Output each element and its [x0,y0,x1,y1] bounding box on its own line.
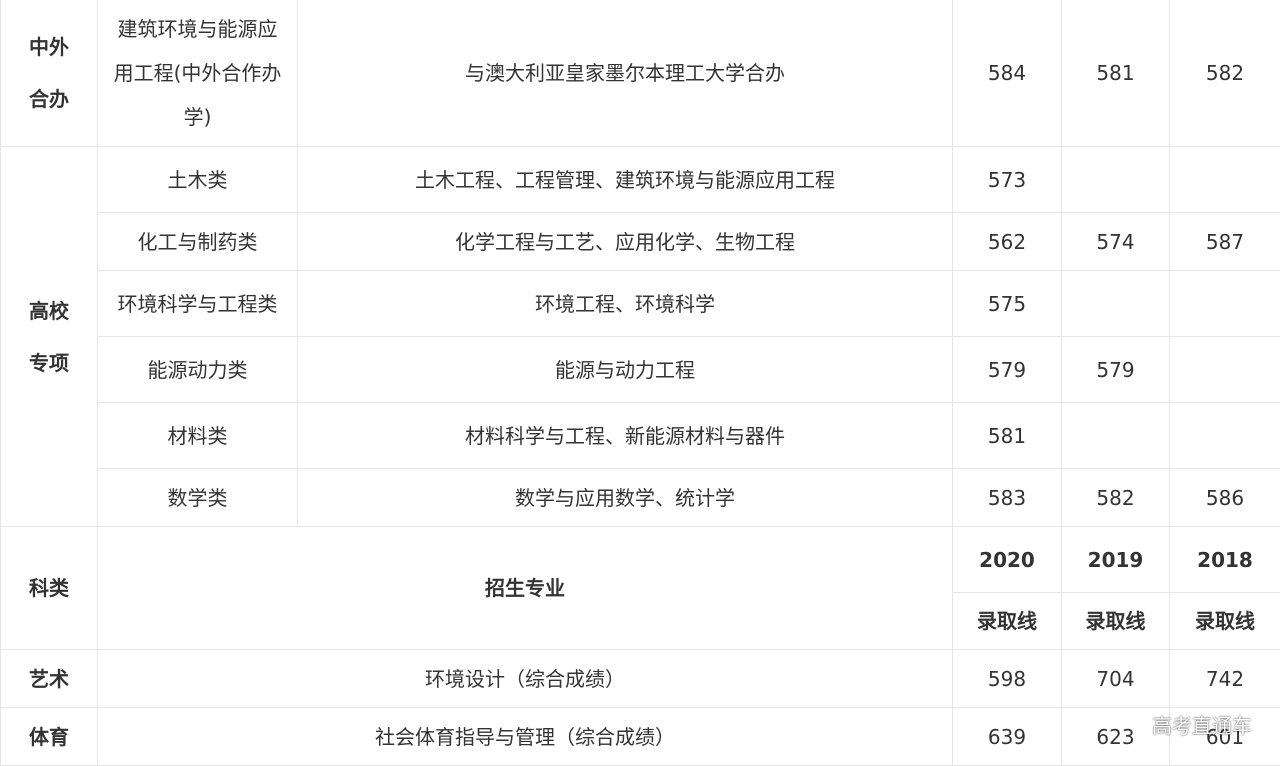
score-2019 [1062,271,1170,337]
specialties-cell: 化学工程与工艺、应用化学、生物工程 [298,213,953,271]
art-row: 艺术 环境设计（综合成绩） 598 704 742 [1,650,1280,708]
score-2018: 582 [1170,0,1280,147]
specialties-cell: 与澳大利亚皇家墨尔本理工大学合办 [298,0,953,147]
score-2020: 581 [953,403,1062,469]
score-2019 [1062,403,1170,469]
specialties-cell: 数学与应用数学、统计学 [298,469,953,527]
category-line: 合办 [1,73,97,125]
specialties-cell: 能源与动力工程 [298,337,953,403]
specialties-cell: 环境工程、环境科学 [298,271,953,337]
score-2020: 573 [953,147,1062,213]
score-2020: 639 [953,708,1062,766]
score-2020: 583 [953,469,1062,527]
major-cell: 化工与制药类 [98,213,298,271]
category-line: 专项 [1,337,97,389]
header-year-2019: 2019 [1062,527,1170,593]
score-2019: 581 [1062,0,1170,147]
sino-foreign-major: 建筑环境与能源应 用工程(中外合作办 学) [98,0,298,147]
score-2020: 598 [953,650,1062,708]
score-2018 [1170,271,1280,337]
score-2019: 582 [1062,469,1170,527]
category-line: 中外 [1,21,97,73]
specialties-cell: 环境设计（综合成绩） [98,650,953,708]
sports-row: 体育 社会体育指导与管理（综合成绩） 639 623 601 [1,708,1280,766]
score-2018 [1170,403,1280,469]
major-cell: 材料类 [98,403,298,469]
special-plan-row: 高校 专项 土木类 土木工程、工程管理、建筑环境与能源应用工程 573 [1,147,1280,213]
specialties-cell: 材料科学与工程、新能源材料与器件 [298,403,953,469]
score-2018: 742 [1170,650,1280,708]
score-2018: 587 [1170,213,1280,271]
header-cutoff-2020: 录取线 [953,593,1062,650]
sino-foreign-category: 中外 合办 [1,0,98,147]
score-2019 [1062,147,1170,213]
major-cell: 环境科学与工程类 [98,271,298,337]
sports-category: 体育 [1,708,98,766]
score-2020: 584 [953,0,1062,147]
major-cell: 能源动力类 [98,337,298,403]
sino-foreign-row: 中外 合办 建筑环境与能源应 用工程(中外合作办 学) 与澳大利亚皇家墨尔本理工… [1,0,1280,147]
score-2020: 562 [953,213,1062,271]
major-line: 学) [98,95,297,139]
specialties-cell: 社会体育指导与管理（综合成绩） [98,708,953,766]
header-cutoff-2018: 录取线 [1170,593,1280,650]
major-cell: 数学类 [98,469,298,527]
special-plan-category: 高校 专项 [1,147,98,527]
category-line: 高校 [1,285,97,337]
header-row: 科类 招生专业 2020 2019 2018 [1,527,1280,593]
special-plan-row: 化工与制药类 化学工程与工艺、应用化学、生物工程 562 574 587 [1,213,1280,271]
score-2019: 574 [1062,213,1170,271]
header-cutoff-2019: 录取线 [1062,593,1170,650]
header-year-2018: 2018 [1170,527,1280,593]
admission-score-table: 中外 合办 建筑环境与能源应 用工程(中外合作办 学) 与澳大利亚皇家墨尔本理工… [0,0,1280,766]
score-2020: 575 [953,271,1062,337]
header-specialties: 招生专业 [98,527,953,650]
major-cell: 土木类 [98,147,298,213]
special-plan-row: 环境科学与工程类 环境工程、环境科学 575 [1,271,1280,337]
header-year-2020: 2020 [953,527,1062,593]
special-plan-row: 材料类 材料科学与工程、新能源材料与器件 581 [1,403,1280,469]
score-2020: 579 [953,337,1062,403]
major-line: 建筑环境与能源应 [98,7,297,51]
score-2018 [1170,147,1280,213]
score-2018 [1170,337,1280,403]
score-2019: 579 [1062,337,1170,403]
score-2019: 704 [1062,650,1170,708]
major-line: 用工程(中外合作办 [98,51,297,95]
header-category: 科类 [1,527,98,650]
special-plan-row: 数学类 数学与应用数学、统计学 583 582 586 [1,469,1280,527]
watermark: 高考直通车 [1152,710,1252,739]
special-plan-row: 能源动力类 能源与动力工程 579 579 [1,337,1280,403]
art-category: 艺术 [1,650,98,708]
score-2018: 586 [1170,469,1280,527]
specialties-cell: 土木工程、工程管理、建筑环境与能源应用工程 [298,147,953,213]
